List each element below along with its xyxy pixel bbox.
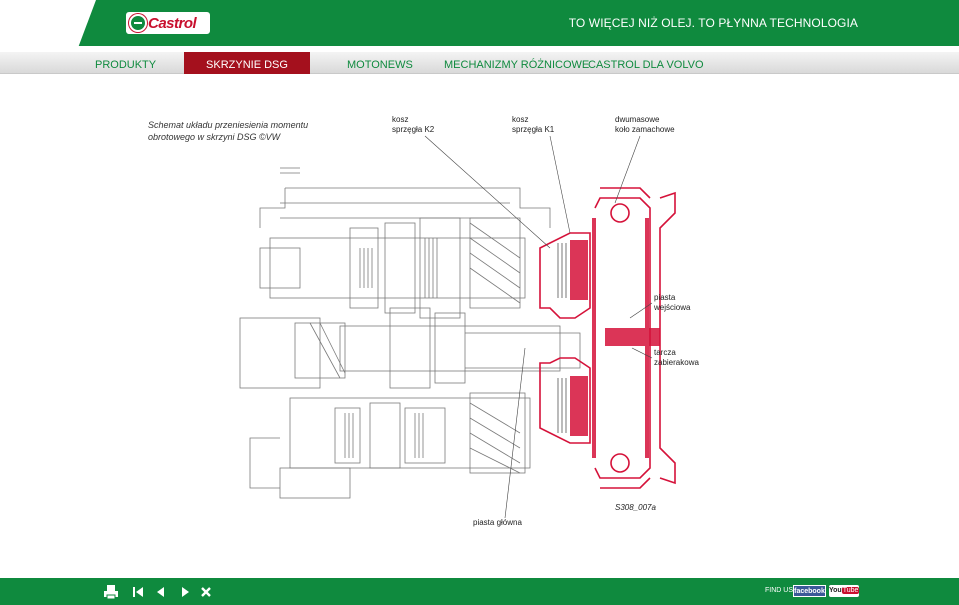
find-us-label: FIND US: — [765, 587, 795, 594]
youtube-you-text: You — [829, 587, 842, 594]
youtube-tube-text: Tube — [841, 587, 860, 594]
youtube-button[interactable]: YouTube — [829, 585, 860, 597]
label-k1-text: kosz sprzęgła K1 — [512, 115, 555, 134]
castrol-logo-text: Castrol — [148, 14, 197, 32]
label-flywheel: dwumasowe koło zamachowe — [615, 115, 675, 135]
label-k2-text: kosz sprzęgła K2 — [392, 115, 435, 134]
nav-item-castrol-dla-volvo[interactable]: CASTROL DLA VOLVO — [588, 52, 704, 74]
nav-item-skrzynie-dsg[interactable]: SKRZYNIE DSG — [184, 52, 310, 74]
label-k1-basket: kosz sprzęgła K1 — [512, 115, 554, 135]
header-left-tab — [0, 0, 96, 46]
facebook-button[interactable]: facebook — [793, 585, 826, 597]
label-k2-basket: kosz sprzęgła K2 — [392, 115, 434, 135]
castrol-logo[interactable]: Castrol — [126, 12, 210, 34]
next-page-icon[interactable] — [178, 585, 192, 599]
label-driver-disc: tarcza zabierakowa — [654, 348, 699, 368]
label-input-hub: piasta wejściowa — [654, 293, 690, 313]
close-icon[interactable] — [199, 585, 213, 599]
label-figure-code: S308_007a — [615, 503, 656, 512]
nav-item-mechanizmy-roznicowe[interactable]: MECHANIZMY RÓŻNICOWE — [444, 52, 589, 74]
diagram-drawing — [239, 135, 676, 519]
footer-bar: FIND US: facebook YouTube — [0, 578, 959, 605]
nav-item-produkty[interactable]: PRODUKTY — [95, 52, 156, 74]
main-nav: PRODUKTY SKRZYNIE DSG MOTONEWS MECHANIZM… — [0, 52, 959, 74]
label-input-hub-text: piasta wejściowa — [654, 293, 691, 312]
dsg-cross-section-diagram: kosz sprzęgła K2 kosz sprzęgła K1 dwumas… — [220, 108, 740, 538]
label-flywheel-text: dwumasowe koło zamachowe — [615, 115, 675, 134]
first-page-icon[interactable] — [131, 585, 145, 599]
castrol-logo-icon — [129, 14, 147, 32]
header-bar: Castrol TO WIĘCEJ NIŻ OLEJ. TO PŁYNNA TE… — [0, 0, 959, 46]
label-driver-disc-text: tarcza zabierakowa — [654, 348, 699, 367]
print-icon[interactable] — [103, 584, 119, 600]
previous-page-icon[interactable] — [154, 585, 168, 599]
nav-item-motonews[interactable]: MOTONEWS — [347, 52, 413, 74]
header-tagline: TO WIĘCEJ NIŻ OLEJ. TO PŁYNNA TECHNOLOGI… — [568, 16, 858, 30]
page: Castrol TO WIĘCEJ NIŻ OLEJ. TO PŁYNNA TE… — [0, 0, 959, 605]
label-main-hub: piasta główna — [473, 518, 522, 527]
